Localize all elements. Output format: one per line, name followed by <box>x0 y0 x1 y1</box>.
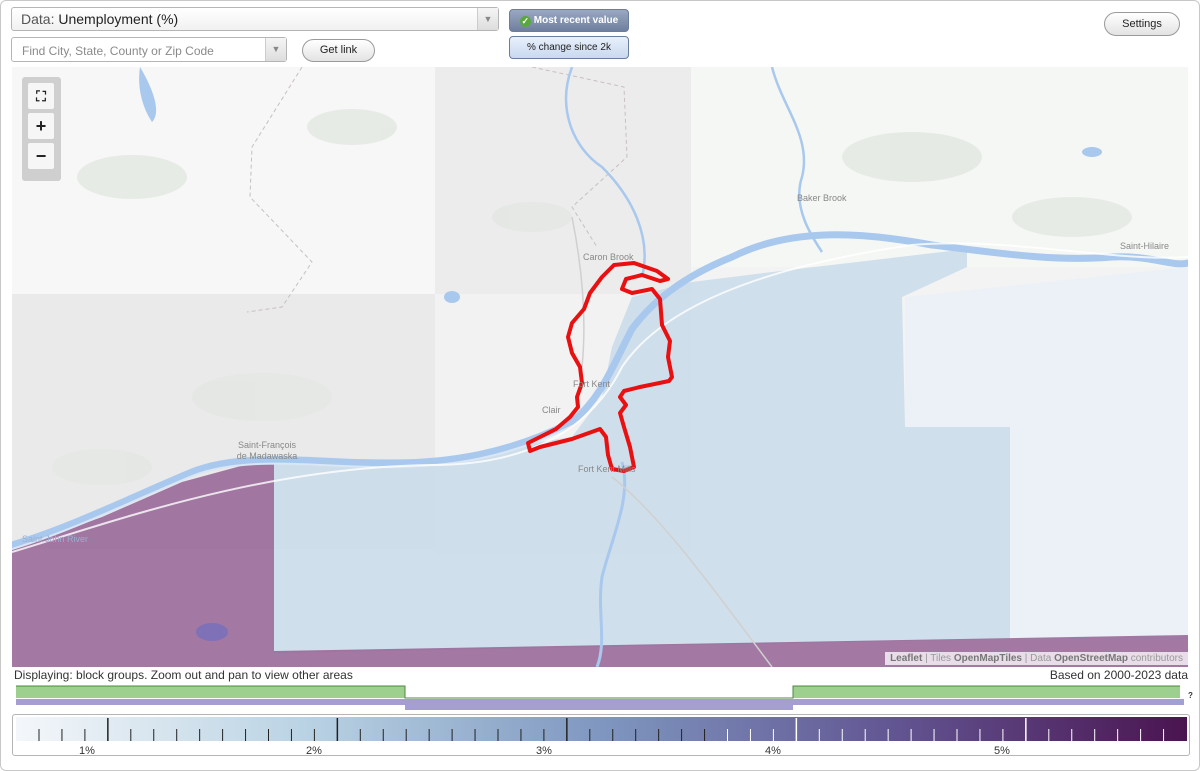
check-icon: ✓ <box>519 16 531 27</box>
legend-tick-label: 4% <box>765 745 781 757</box>
map-view[interactable] <box>12 67 1188 667</box>
data-select-prefix: Data: <box>21 11 55 27</box>
place-label: Caron Brook <box>583 252 634 262</box>
place-label: Saint-François de Madawaska <box>236 440 298 461</box>
zoom-out-button[interactable]: − <box>28 143 54 169</box>
search-input[interactable] <box>20 39 274 62</box>
most-recent-label: Most recent value <box>533 15 619 26</box>
settings-button[interactable]: Settings <box>1104 12 1180 36</box>
zoom-in-button[interactable]: + <box>28 113 54 139</box>
attribution-text: Tiles <box>930 653 952 664</box>
legend-tick-label: 1% <box>79 745 95 757</box>
fullscreen-icon[interactable]: ⛶ <box>28 83 54 109</box>
place-label: Fort Kent Mills <box>578 464 636 474</box>
attribution-text: contributors <box>1130 653 1183 664</box>
legend-tick-label: 3% <box>536 745 552 757</box>
color-legend <box>12 714 1190 756</box>
place-label: Saint-Hilaire <box>1120 241 1170 251</box>
tiles-link[interactable]: OpenMapTiles <box>954 653 1022 664</box>
data-select-value: Unemployment (%) <box>58 11 179 27</box>
leaflet-link[interactable]: Leaflet <box>890 653 922 664</box>
river-label: Saint John River <box>22 534 89 544</box>
map-controls: ⛶ + − <box>22 77 61 181</box>
place-label: Baker Brook <box>797 193 847 203</box>
most-recent-toggle[interactable]: ✓ Most recent value <box>509 9 629 32</box>
legend-gradient <box>16 717 1187 741</box>
place-label: Clair <box>542 405 561 415</box>
legend-tick-label: 5% <box>994 745 1010 757</box>
change-since-toggle[interactable]: % change since 2k <box>509 36 629 59</box>
help-icon[interactable]: ? <box>1188 691 1193 700</box>
legend-tick-label: 2% <box>306 745 322 757</box>
search-box[interactable]: ▼ <box>11 37 287 62</box>
map-attribution: Leaflet | Tiles OpenMapTiles | Data Open… <box>885 652 1188 665</box>
osm-link[interactable]: OpenStreetMap <box>1054 653 1128 664</box>
coverage-timeline <box>16 685 1184 710</box>
data-select[interactable]: Data: Unemployment (%) ▼ <box>11 7 499 31</box>
attribution-text: Data <box>1030 653 1052 664</box>
get-link-button[interactable]: Get link <box>302 39 375 62</box>
data-range-note: Based on 2000-2023 data <box>1049 668 1188 682</box>
display-status: Displaying: block groups. Zoom out and p… <box>14 668 353 682</box>
chevron-down-icon[interactable]: ▼ <box>265 38 286 61</box>
place-label: Fort Kent <box>573 379 611 389</box>
map-canvas[interactable] <box>12 67 1188 667</box>
chevron-down-icon[interactable]: ▼ <box>477 8 498 30</box>
